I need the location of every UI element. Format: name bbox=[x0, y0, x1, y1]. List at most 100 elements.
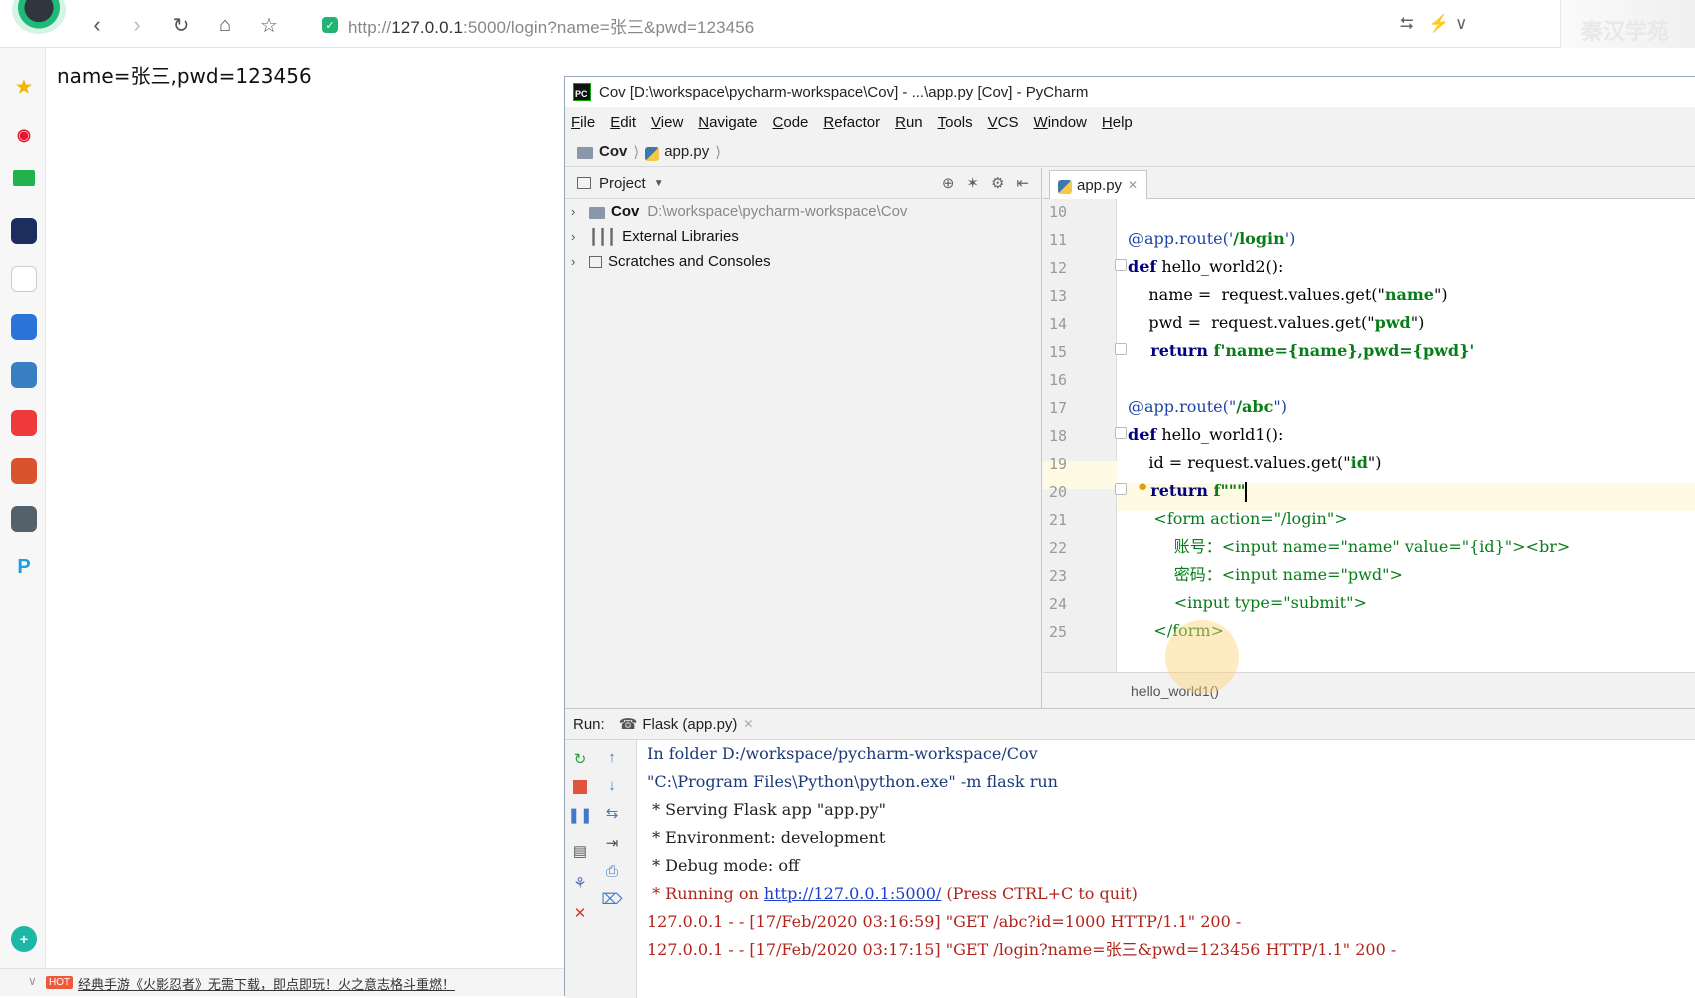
pycharm-logo-icon: PC bbox=[573, 83, 591, 101]
secure-shield-icon: ✓ bbox=[322, 17, 338, 33]
status-ad-link[interactable]: 经典手游《火影忍者》无需下载，即点即玩！火之意志格斗重燃！ bbox=[78, 974, 455, 993]
favorites-star-icon[interactable]: ★ bbox=[11, 74, 37, 100]
line-number: 18 bbox=[1049, 427, 1068, 445]
soft-wrap-icon[interactable]: ⇆ bbox=[603, 804, 621, 822]
close-tab-icon[interactable]: ✕ bbox=[743, 717, 753, 731]
game-app-2-icon[interactable] bbox=[11, 458, 37, 484]
menu-tools[interactable]: Tools bbox=[938, 114, 973, 131]
menu-window[interactable]: Window bbox=[1034, 114, 1087, 131]
reload-button[interactable]: ↻ bbox=[166, 10, 196, 40]
expand-arrow-icon[interactable]: › bbox=[571, 204, 589, 219]
tab-app-py[interactable]: app.py ✕ bbox=[1049, 170, 1148, 199]
game-app-3-icon[interactable] bbox=[11, 506, 37, 532]
project-panel-title[interactable]: Project bbox=[599, 175, 646, 192]
news-app-icon[interactable] bbox=[11, 218, 37, 244]
rerun-icon[interactable]: ↻ bbox=[571, 750, 589, 768]
run-console[interactable]: In folder D:/workspace/pycharm-workspace… bbox=[647, 740, 1695, 998]
close-run-icon[interactable]: ✕ bbox=[571, 904, 589, 922]
tree-item-external-libraries[interactable]: › ┃┃┃ External Libraries bbox=[565, 224, 1041, 249]
menu-navigate[interactable]: Navigate bbox=[698, 114, 757, 131]
fold-marker-icon[interactable] bbox=[1115, 259, 1127, 271]
locate-target-icon[interactable]: ⊕ bbox=[942, 174, 955, 192]
xiaohongshu-icon[interactable] bbox=[11, 410, 37, 436]
console-line: "C:\Program Files\Python\python.exe" -m … bbox=[647, 772, 1058, 791]
editor-footer-breadcrumb[interactable]: hello_world1() bbox=[1043, 672, 1695, 708]
code-line-18: def hello_world1(): bbox=[1128, 425, 1284, 444]
code-line-12: def hello_world2(): bbox=[1128, 257, 1284, 276]
settings-gear-icon[interactable]: ⚙ bbox=[991, 174, 1004, 192]
dropdown-arrow-icon[interactable]: ▼ bbox=[654, 178, 664, 189]
menu-view[interactable]: View bbox=[651, 114, 683, 131]
console-url-link[interactable]: http://127.0.0.1:5000/ bbox=[764, 884, 941, 903]
code-editor: app.py ✕ 10 11 12 13 14 15 16 17 18 19 2… bbox=[1043, 168, 1695, 708]
pin-icon[interactable]: ⚘ bbox=[571, 874, 589, 892]
add-plus-icon[interactable]: + bbox=[11, 926, 37, 952]
url-text[interactable]: http://127.0.0.1:5000/login?name=张三&pwd=… bbox=[348, 13, 754, 38]
menu-refactor[interactable]: Refactor bbox=[823, 114, 880, 131]
browser-sidebar: ★ ◉ P + bbox=[0, 48, 46, 968]
code-line-17: @app.route("/abc") bbox=[1128, 397, 1287, 416]
document-icon[interactable] bbox=[11, 266, 37, 292]
trash-icon[interactable]: ⌦ bbox=[601, 890, 622, 908]
share-icon[interactable]: ⮀ bbox=[1400, 14, 1414, 34]
fold-marker-icon[interactable] bbox=[1115, 427, 1127, 439]
scroll-up-icon[interactable]: ↑ bbox=[603, 748, 621, 766]
lightbulb-icon[interactable]: ● bbox=[1138, 478, 1147, 495]
project-panel-header: Project ▼ ⊕ ✶ ⚙ ⇤ bbox=[565, 168, 1041, 199]
menu-code[interactable]: Code bbox=[773, 114, 809, 131]
address-bar[interactable]: ✓ http://127.0.0.1:5000/login?name=张三&pw… bbox=[322, 9, 1462, 41]
stop-icon[interactable] bbox=[571, 778, 589, 796]
bookmark-star-button[interactable]: ☆ bbox=[254, 10, 284, 40]
menu-file[interactable]: File bbox=[571, 114, 595, 131]
scroll-to-end-icon[interactable]: ⇥ bbox=[603, 834, 621, 852]
lightning-icon[interactable]: ⚡ bbox=[1428, 14, 1449, 34]
menu-bar: File Edit View Navigate Code Refactor Ru… bbox=[565, 107, 1695, 137]
fold-marker-icon[interactable] bbox=[1115, 343, 1127, 355]
expand-arrow-icon[interactable]: › bbox=[571, 254, 589, 269]
line-number: 25 bbox=[1049, 623, 1068, 641]
layout-icon[interactable]: ▤ bbox=[571, 842, 589, 860]
mail-icon[interactable] bbox=[13, 170, 35, 186]
project-panel: Project ▼ ⊕ ✶ ⚙ ⇤ › Cov D:\workspace\pyc… bbox=[565, 168, 1042, 708]
menu-vcs[interactable]: VCS bbox=[988, 114, 1019, 131]
tree-item-cov[interactable]: › Cov D:\workspace\pycharm-workspace\Cov bbox=[565, 199, 1041, 224]
chat-icon[interactable] bbox=[11, 314, 37, 340]
tree-item-scratches[interactable]: › Scratches and Consoles bbox=[565, 249, 1041, 274]
chevron-down-icon[interactable]: ∨ bbox=[1455, 14, 1467, 34]
pause-icon[interactable]: ❚❚ bbox=[567, 806, 592, 824]
line-number: 13 bbox=[1049, 287, 1068, 305]
scroll-down-icon[interactable]: ↓ bbox=[603, 776, 621, 794]
console-line: * Running on http://127.0.0.1:5000/ (Pre… bbox=[647, 884, 1138, 903]
menu-run[interactable]: Run bbox=[895, 114, 923, 131]
nav-breadcrumb: Cov ⟩ app.py ⟩ bbox=[565, 137, 1695, 167]
fold-marker-icon[interactable] bbox=[1115, 483, 1127, 495]
home-button[interactable]: ⌂ bbox=[210, 10, 240, 40]
game-app-icon[interactable] bbox=[11, 362, 37, 388]
watermark-area: 秦汉学苑 bbox=[1560, 0, 1695, 48]
code-line-19: id = request.values.get("id") bbox=[1128, 453, 1382, 472]
tree-item-path: D:\workspace\pycharm-workspace\Cov bbox=[647, 203, 908, 220]
breadcrumb-project[interactable]: Cov bbox=[599, 143, 627, 160]
hide-panel-icon[interactable]: ⇤ bbox=[1016, 174, 1029, 192]
forward-button[interactable]: › bbox=[122, 10, 152, 40]
window-title: Cov [D:\workspace\pycharm-workspace\Cov]… bbox=[599, 83, 1089, 101]
code-line-14: pwd = request.values.get("pwd") bbox=[1128, 313, 1425, 332]
back-button[interactable]: ‹ bbox=[82, 10, 112, 40]
run-tab-flask[interactable]: ☎ Flask (app.py) ✕ bbox=[619, 715, 754, 734]
browser-logo-icon[interactable] bbox=[12, 0, 66, 34]
pycharm-titlebar: PC Cov [D:\workspace\pycharm-workspace\C… bbox=[565, 77, 1695, 107]
p-app-icon[interactable]: P bbox=[11, 554, 37, 580]
tree-item-label: Scratches and Consoles bbox=[608, 253, 771, 270]
breadcrumb-file[interactable]: app.py bbox=[664, 143, 709, 160]
close-tab-icon[interactable]: ✕ bbox=[1128, 178, 1138, 192]
expand-arrow-icon[interactable]: › bbox=[571, 229, 589, 244]
menu-help[interactable]: Help bbox=[1102, 114, 1133, 131]
print-icon[interactable]: ⎙ bbox=[603, 862, 621, 880]
line-number: 22 bbox=[1049, 539, 1068, 557]
code-text-area[interactable]: @app.route('/login') def hello_world2():… bbox=[1118, 199, 1695, 672]
collapse-all-icon[interactable]: ✶ bbox=[966, 174, 979, 192]
collapse-chevron-icon[interactable]: ∨ bbox=[28, 974, 37, 988]
weibo-icon[interactable]: ◉ bbox=[11, 122, 37, 148]
page-response-text: name=张三,pwd=123456 bbox=[57, 64, 312, 88]
menu-edit[interactable]: Edit bbox=[610, 114, 636, 131]
